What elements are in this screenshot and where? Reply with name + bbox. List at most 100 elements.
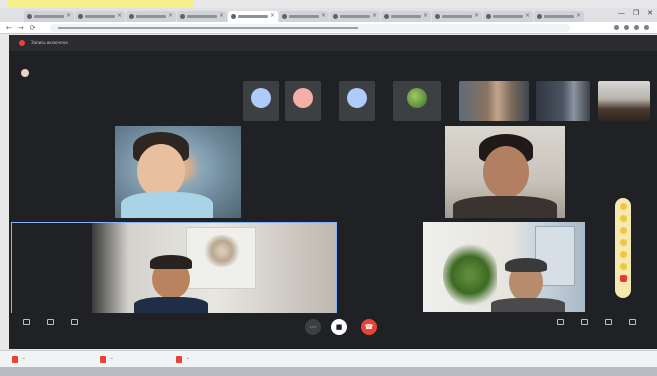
tab-title (442, 15, 472, 18)
browser-tab[interactable]: × (24, 11, 74, 22)
close-tab-icon[interactable]: × (576, 13, 581, 19)
details-button[interactable] (15, 319, 37, 328)
reload-button[interactable]: ⟳ (30, 24, 36, 32)
toolbar-right-button-4[interactable] (621, 319, 643, 328)
chevron-up-icon[interactable]: ^ (186, 357, 189, 362)
file-icon (12, 356, 18, 363)
toolbar-right-button-3[interactable] (597, 319, 619, 328)
chevron-up-icon[interactable]: ^ (110, 357, 113, 362)
avatar (293, 88, 313, 108)
participant-thumbnail[interactable] (393, 81, 441, 121)
recording-banner: Запись включена (9, 35, 657, 51)
participant-tile[interactable] (339, 222, 656, 314)
status-strip (9, 335, 657, 343)
file-icon (176, 356, 182, 363)
avatar (407, 88, 427, 108)
participant-thumbnail[interactable] (339, 81, 375, 121)
emoji-icon[interactable] (619, 239, 627, 246)
meeting-toolbar: ⋯ ■ ☎ (9, 313, 657, 349)
close-window-button[interactable]: ✕ (647, 9, 653, 17)
avatar (251, 88, 271, 108)
participant-thumbnail[interactable] (598, 81, 650, 121)
toolbar-right-button-1[interactable] (549, 319, 571, 328)
browser-tab[interactable]: × (228, 11, 278, 22)
back-button[interactable]: ← (6, 24, 12, 32)
download-item[interactable]: ^ (12, 355, 25, 364)
more-icon: ⋯ (309, 323, 317, 331)
browser-tab[interactable]: × (483, 11, 533, 22)
close-tab-icon[interactable]: × (525, 13, 530, 19)
download-item[interactable]: ^ (176, 355, 189, 364)
chevron-up-icon[interactable]: ^ (22, 357, 25, 362)
browser-tab[interactable]: × (279, 11, 329, 22)
participant-thumbnail[interactable] (459, 81, 529, 121)
browser-tab[interactable]: × (534, 11, 584, 22)
recording-banner-text: Запись включена (31, 40, 68, 45)
download-item[interactable]: ^ (100, 355, 113, 364)
extension-icon[interactable] (614, 25, 619, 30)
close-tab-icon[interactable]: × (270, 13, 275, 19)
downloads-bar: ^ ^ ^ (0, 350, 657, 367)
tab-title (493, 15, 523, 18)
emoji-icon[interactable] (619, 263, 627, 270)
extension-icon[interactable] (634, 25, 639, 30)
people-button[interactable] (39, 319, 61, 328)
chat-button[interactable] (63, 319, 85, 328)
extension-icon[interactable] (624, 25, 629, 30)
close-tab-icon[interactable]: × (219, 13, 224, 19)
participant-thumbnail[interactable] (285, 81, 321, 121)
emoji-icon[interactable] (619, 203, 627, 210)
favicon-icon (129, 14, 134, 19)
file-icon (100, 356, 106, 363)
tab-title (238, 15, 268, 18)
emoji-icon[interactable] (619, 215, 627, 222)
browser-tab[interactable]: × (177, 11, 227, 22)
browser-tab[interactable]: × (381, 11, 431, 22)
hang-up-icon: ☎ (364, 323, 374, 331)
toolbar-right-button-2[interactable] (573, 319, 595, 328)
close-tab-icon[interactable]: × (321, 13, 326, 19)
participant-tile[interactable] (339, 123, 656, 218)
avatar (347, 88, 367, 108)
notice-banner (9, 52, 657, 64)
video-feed (423, 222, 585, 312)
favicon-icon (231, 14, 236, 19)
url-input[interactable] (50, 24, 570, 32)
people-icon (46, 319, 54, 325)
participant-thumbnail[interactable] (243, 81, 279, 121)
profile-icon[interactable] (644, 25, 649, 30)
camera-button[interactable]: ■ (331, 319, 347, 335)
maximize-button[interactable]: ❐ (633, 9, 639, 17)
participant-thumbnail[interactable] (536, 81, 590, 121)
end-call-button[interactable]: ☎ (361, 319, 377, 335)
browser-tab[interactable]: × (126, 11, 176, 22)
participant-tile[interactable] (11, 222, 337, 314)
favicon-icon (27, 14, 32, 19)
tab-title (136, 15, 166, 18)
minimize-button[interactable]: — (618, 9, 625, 17)
close-tab-icon[interactable]: × (372, 13, 377, 19)
participant-tile[interactable] (11, 123, 337, 218)
browser-tab[interactable]: × (432, 11, 482, 22)
emoji-icon[interactable] (619, 251, 627, 258)
share-screen-icon (556, 319, 564, 325)
recording-dot-icon (19, 40, 25, 46)
browser-tab[interactable]: × (75, 11, 125, 22)
heart-icon[interactable] (619, 275, 627, 282)
favicon-icon (180, 14, 185, 19)
emoji-icon[interactable] (619, 227, 627, 234)
close-tab-icon[interactable]: × (423, 13, 428, 19)
more-options-button[interactable]: ⋯ (305, 319, 321, 335)
tab-title (34, 15, 64, 18)
forward-button[interactable]: → (18, 24, 24, 32)
info-icon (22, 319, 30, 325)
close-tab-icon[interactable]: × (168, 13, 173, 19)
close-tab-icon[interactable]: × (66, 13, 71, 19)
close-tab-icon[interactable]: × (474, 13, 479, 19)
favicon-icon (333, 14, 338, 19)
favicon-icon (537, 14, 542, 19)
close-tab-icon[interactable]: × (117, 13, 122, 19)
reactions-panel (615, 198, 631, 298)
meeting-app: Запись включена ⋯ ■ ☎ (9, 35, 657, 349)
browser-tab[interactable]: × (330, 11, 380, 22)
